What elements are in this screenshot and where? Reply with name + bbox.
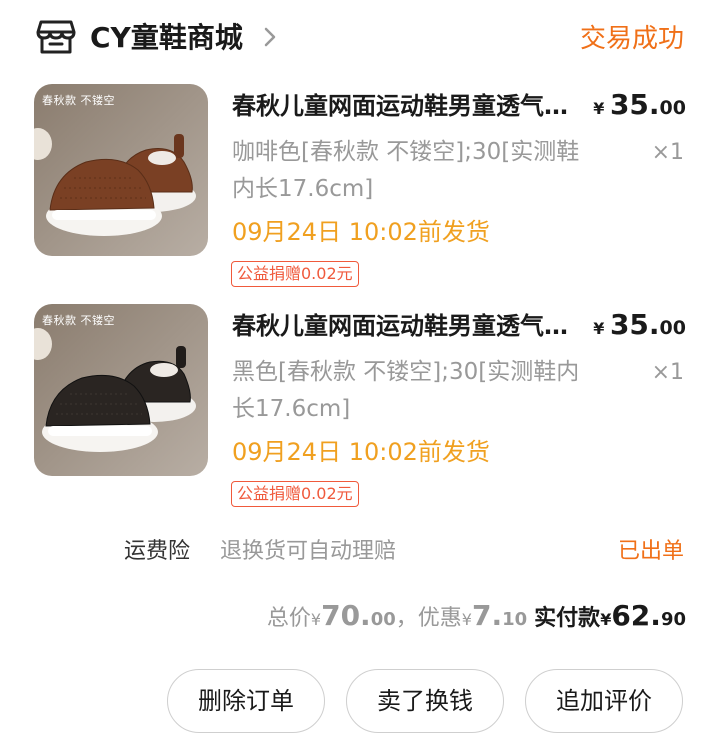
charity-badge[interactable]: 公益捐赠0.02元 <box>231 481 359 507</box>
discount-amount: 7. <box>471 599 503 632</box>
order-header: CY童鞋商城 交易成功 <box>0 0 720 78</box>
shipping-insurance-row[interactable]: 运费险 退换货可自动理赔 已出单 <box>0 532 720 572</box>
product-image <box>34 304 208 476</box>
chevron-right-icon[interactable] <box>262 26 278 48</box>
thumbnail-tag: 春秋款 不镂空 <box>42 314 115 327</box>
ship-deadline: 09月24日 10:02前发货 <box>232 438 490 466</box>
total-label: 总价 <box>266 606 311 631</box>
insurance-status: 已出单 <box>617 539 684 564</box>
product-quantity: ×1 <box>651 140 684 165</box>
product-thumbnail[interactable]: 春秋款 不镂空 <box>34 304 208 476</box>
product-price: ¥ 35.00 <box>593 308 686 341</box>
thumbnail-tag: 春秋款 不镂空 <box>42 94 115 107</box>
paid-label: 实付款 <box>534 606 601 631</box>
total-amount: 70. <box>321 599 371 632</box>
order-item[interactable]: 春秋款 不镂空 春秋儿童网面运动鞋男童透气女童小白鞋 ¥ 35.00 咖啡色[春… <box>0 84 720 299</box>
product-image <box>34 84 208 256</box>
store-icon[interactable] <box>36 18 76 56</box>
order-totals: 总价¥70.00，优惠¥7.10 实付款¥62.90 <box>266 599 686 632</box>
product-price: ¥ 35.00 <box>593 88 686 121</box>
product-quantity: ×1 <box>651 360 684 385</box>
order-status: 交易成功 <box>579 24 684 54</box>
product-title[interactable]: 春秋儿童网面运动鞋男童透气女童小白鞋 <box>232 306 582 346</box>
resell-button[interactable]: 卖了换钱 <box>346 669 504 733</box>
product-variant[interactable]: 黑色[春秋款 不镂空];30[实测鞋内长17.6cm] <box>232 354 592 428</box>
paid-amount: 62. <box>611 599 661 632</box>
product-thumbnail[interactable]: 春秋款 不镂空 <box>34 84 208 256</box>
ship-deadline: 09月24日 10:02前发货 <box>232 218 490 246</box>
order-item[interactable]: 春秋款 不镂空 春秋儿童网面运动鞋男童透气女童小白鞋 ¥ 35.00 黑色[春秋… <box>0 304 720 519</box>
product-title[interactable]: 春秋儿童网面运动鞋男童透气女童小白鞋 <box>232 86 582 126</box>
delete-order-button[interactable]: 删除订单 <box>167 669 325 733</box>
insurance-description: 退换货可自动理赔 <box>220 539 397 564</box>
add-review-button[interactable]: 追加评价 <box>525 669 683 733</box>
discount-label: 优惠 <box>417 606 462 631</box>
product-variant[interactable]: 咖啡色[春秋款 不镂空];30[实测鞋内长17.6cm] <box>232 134 592 208</box>
insurance-label: 运费险 <box>124 539 191 564</box>
store-name[interactable]: CY童鞋商城 <box>90 18 243 58</box>
charity-badge[interactable]: 公益捐赠0.02元 <box>231 261 359 287</box>
